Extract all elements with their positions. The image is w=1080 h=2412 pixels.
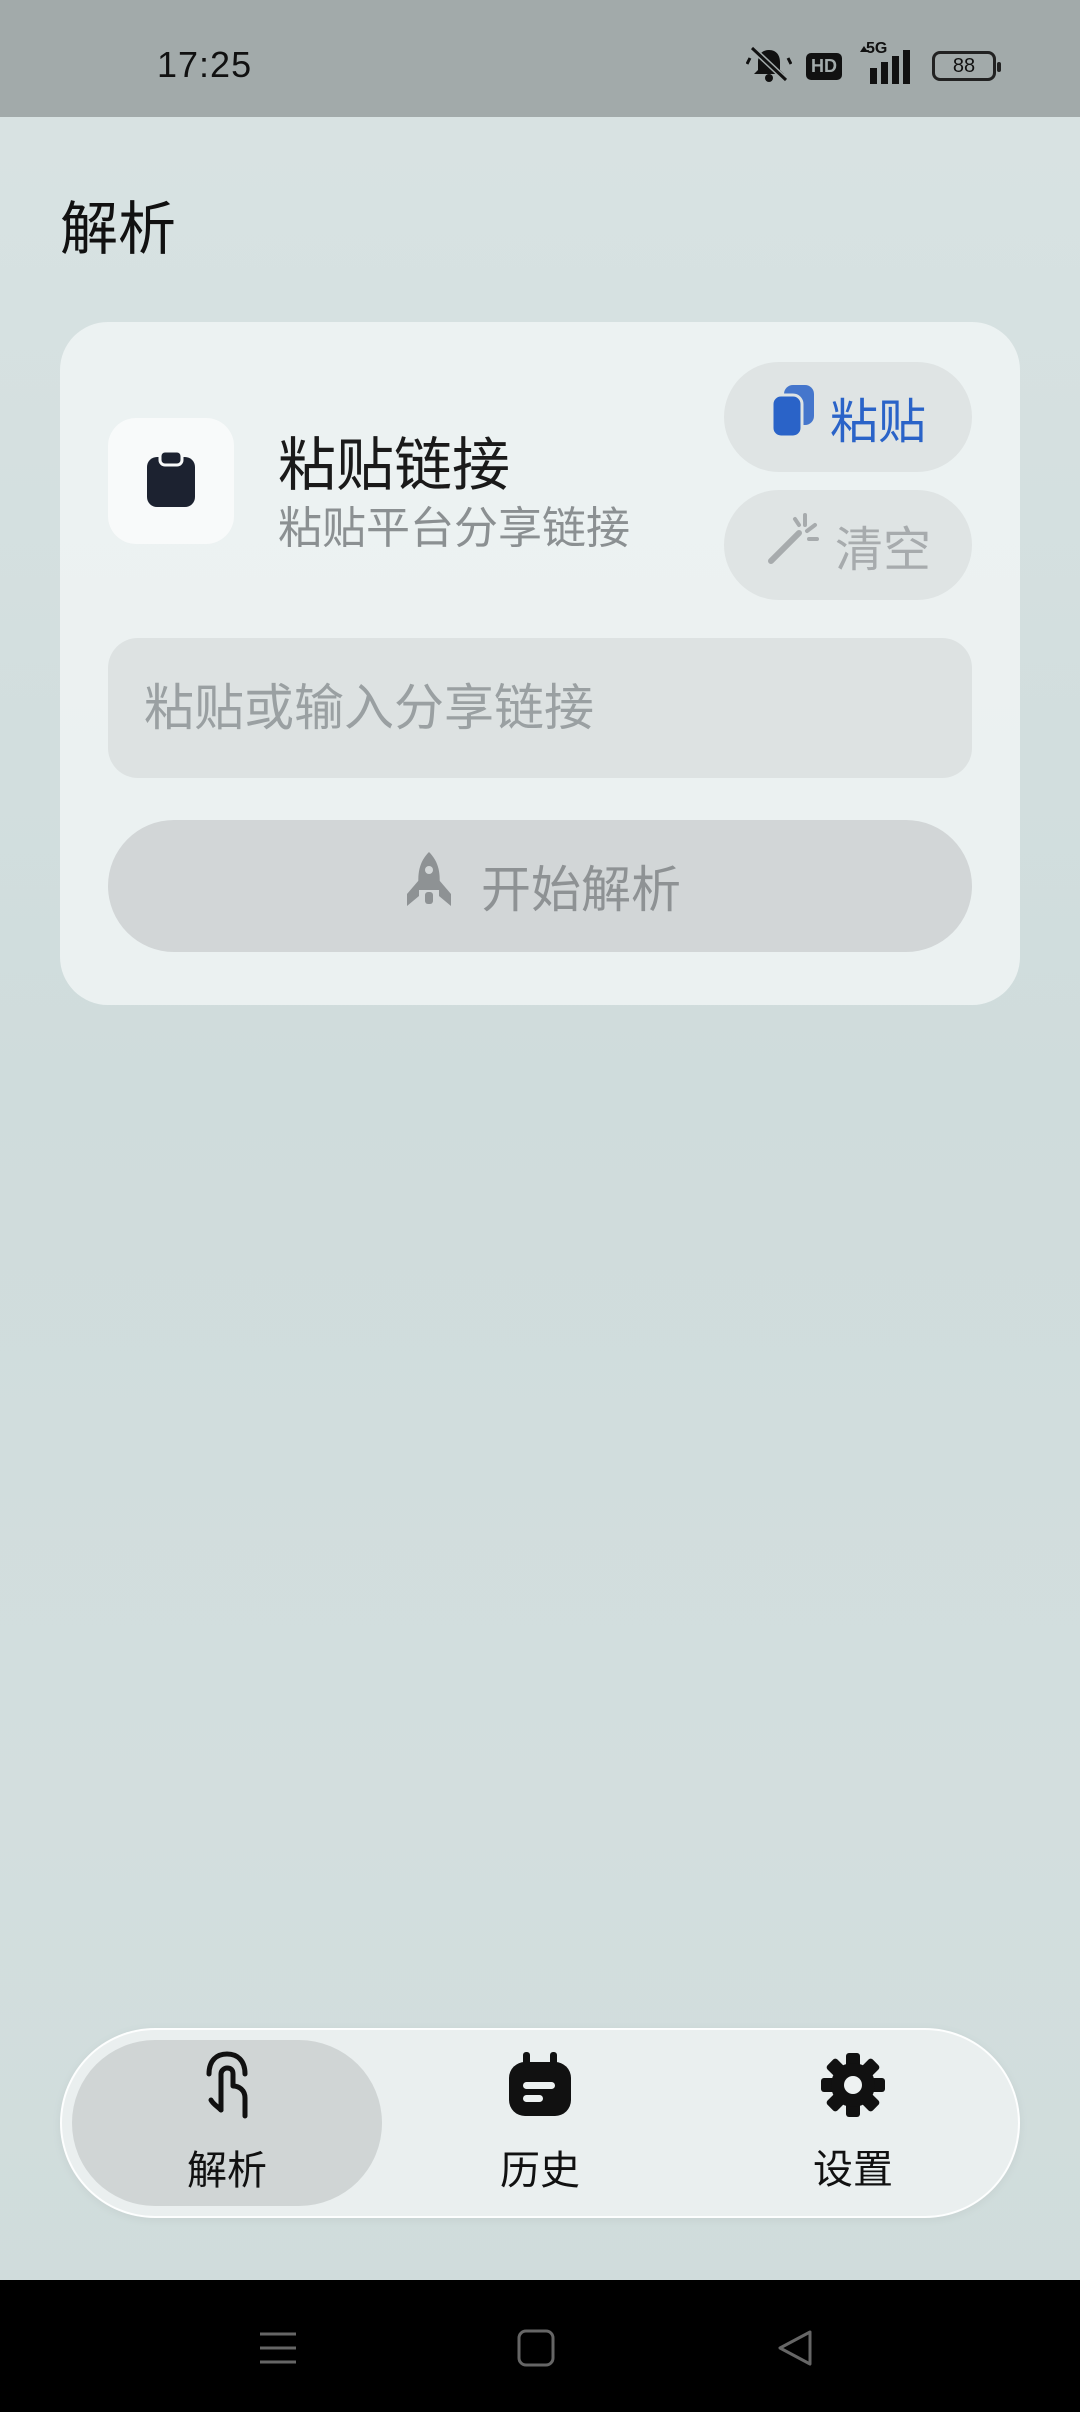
magic-wand-icon	[765, 511, 821, 579]
status-icons: HD 5G 88	[745, 40, 1001, 88]
tab-parse[interactable]: 解析	[72, 2040, 382, 2206]
battery-indicator: 88	[932, 51, 1001, 81]
paste-button[interactable]: 粘贴	[724, 362, 972, 472]
copy-icon	[770, 383, 816, 451]
home-nav-button[interactable]	[496, 2310, 576, 2390]
status-bar: 17:25 HD 5G 88	[0, 0, 1080, 117]
tab-parse-label: 解析	[187, 2148, 267, 2194]
tab-settings-label: 设置	[813, 2147, 893, 2193]
tab-history-label: 历史	[500, 2148, 580, 2194]
card-subtitle: 粘贴平台分享链接	[278, 503, 630, 554]
tab-history[interactable]: 历史	[385, 2040, 695, 2206]
menu-icon	[258, 2330, 298, 2370]
menu-nav-button[interactable]	[238, 2310, 318, 2390]
system-nav-bar	[0, 2280, 1080, 2412]
clipboard-tile	[108, 418, 234, 544]
rocket-icon	[399, 850, 459, 922]
status-time: 17:25	[157, 44, 253, 85]
back-triangle-icon	[774, 2328, 814, 2372]
gear-icon	[819, 2051, 887, 2129]
start-parse-label: 开始解析	[481, 861, 681, 919]
card-title: 粘贴链接	[278, 431, 511, 499]
page-title: 解析	[60, 195, 177, 263]
clear-button[interactable]: 清空	[724, 490, 972, 600]
calendar-icon	[505, 2050, 575, 2130]
start-parse-button[interactable]: 开始解析	[108, 820, 972, 952]
tab-settings[interactable]: 设置	[698, 2040, 1008, 2206]
mute-bell-icon	[745, 44, 793, 88]
paste-link-card: 粘贴链接 粘贴平台分享链接 粘贴 清空 粘贴或输入分享链接 开始解析	[60, 322, 1020, 1005]
home-square-icon	[516, 2328, 556, 2372]
clear-button-label: 清空	[834, 522, 931, 578]
paste-button-label: 粘贴	[829, 394, 926, 450]
hd-badge: HD	[806, 52, 842, 80]
clipboard-icon	[145, 449, 197, 513]
back-nav-button[interactable]	[754, 2310, 834, 2390]
bottom-tab-bar: 解析 历史 设置	[60, 2028, 1020, 2218]
share-link-input[interactable]	[108, 638, 972, 778]
touch-icon	[195, 2050, 259, 2130]
signal-5g-icon: 5G	[856, 40, 918, 86]
